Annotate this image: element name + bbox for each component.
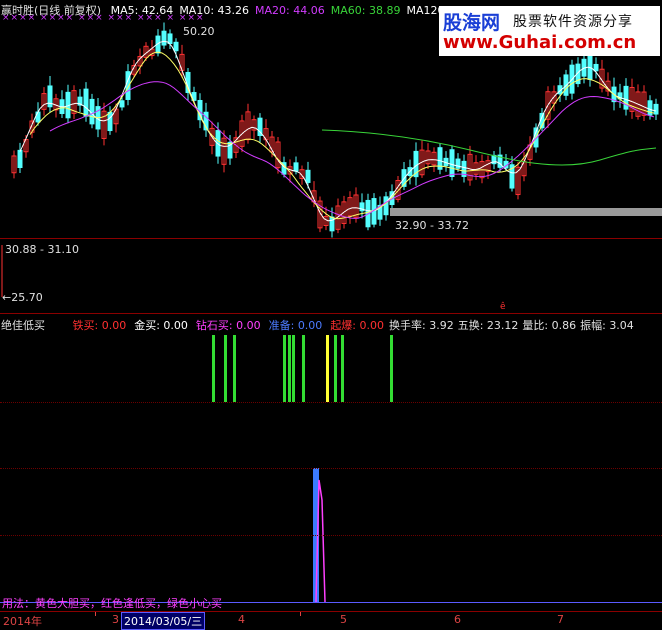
indicator-value: 0.00 [163,319,188,332]
axis-tick [95,612,96,616]
logo-url: www.Guhai.com.cn [443,32,637,53]
candle-body [161,30,167,46]
indicator-header: 绝佳低买 铁买: 0.00 金买: 0.00 钻石买: 0.00 准备: 0.00 起爆… [1,317,392,333]
candle-body [449,149,455,177]
high-price-label: 50.20 [183,25,215,38]
time-axis[interactable]: 2014年 3 2014/03/05/三 4 5 6 7 [0,611,662,630]
ma10-line [29,51,655,220]
candle-body [383,196,389,216]
dot-row: ×××× ×××× ××× ××× ××× × ××× [2,13,205,23]
grid-line [0,468,662,469]
guhai-logo: 股海网 股票软件资源分享 www.Guhai.com.cn [439,6,660,56]
stat-value: 0.86 [551,319,577,332]
indicator-item: 起爆: 0.00 [330,319,384,332]
signal-bar [302,335,305,402]
grid-line [0,535,662,536]
axis-label-jun: 6 [454,613,461,626]
panel-divider-top [0,238,662,239]
indicator-stat: 振幅: 3.04 [580,319,634,332]
ma-value: 43.26 [217,4,250,17]
signal-bar [326,335,329,402]
candle-body [35,111,41,123]
indicator-values: 铁买: 0.00 金买: 0.00 钻石买: 0.00 准备: 0.00 起爆: 0.0… [73,319,393,332]
candle-body [173,41,179,52]
ma-value: 44.06 [293,4,325,17]
indicator-label: 铁买: [72,319,102,332]
indicator-label: 金买: [134,319,164,332]
candle-body [587,52,593,80]
candle-body [305,169,311,183]
signal-bars [212,335,393,402]
axis-label-jul: 7 [557,613,564,626]
ma-value: 38.89 [368,4,401,17]
axis-label-mar: 3 [112,613,119,626]
axis-label-apr: 4 [238,613,245,626]
scale-low-label: ←25.70 [2,291,43,304]
logo-slogan: 股票软件资源分享 [513,14,633,30]
indicator-item: 准备: 0.00 [269,319,323,332]
stat-value: 23.12 [486,319,519,332]
stat-label: 五换: [457,319,487,332]
indicator-item: 铁买: 0.00 [73,319,127,332]
indicator-item: 金买: 0.00 [134,319,188,332]
price-range-bar [390,208,662,216]
scale-mid-label: 30.88 - 31.10 [5,243,79,256]
indicator-label: 起爆: [330,319,360,332]
indicator-label: 钻石买: [195,319,237,332]
indicator-value: 0.00 [101,319,127,332]
indicator-label: 准备: [268,319,298,332]
indicator-value: 0.00 [297,319,323,332]
signal-bar [334,335,337,402]
stat-value: 3.04 [609,319,634,332]
grid-line [0,402,662,403]
axis-label-may: 5 [340,613,347,626]
ma60-line [321,129,657,166]
indicator-stat: 五换: 23.12 [458,319,519,332]
indicator-stat: 换手率: 3.92 [389,319,454,332]
ma-legend-item: MA60: 38.89 [331,4,401,17]
panel-divider-mid [0,313,662,314]
candle-body [455,158,461,169]
signal-bar [292,335,295,402]
price-range-label: 32.90 - 33.72 [395,219,469,232]
signal-bar [224,335,227,402]
signal-bar [288,335,291,402]
stat-label: 振幅: [580,319,610,332]
indicator-value: 0.00 [359,319,385,332]
indicator-stats: 换手率: 3.92 五换: 23.12 量比: 0.86 振幅: 3.04 [389,317,638,333]
moving-average-lines [19,40,657,222]
indicator-item: 钻石买: 0.00 [196,319,261,332]
stock-chart[interactable]: ê [0,0,662,628]
candle-body [119,100,125,108]
axis-cursor-date: 2014/03/05/三 [121,612,206,630]
candle-body [653,103,659,115]
axis-tick [300,612,301,616]
signal-bar [283,335,286,402]
usage-text: 用法：黄色大胆买，红色逢低买，绿色小心买 [2,597,222,610]
indicator-stat: 量比: 0.86 [522,319,576,332]
indicator-name: 绝佳低买 [1,319,45,332]
marker-glyph: ê [500,301,506,312]
signal-bar [341,335,344,402]
ma-legend-item: MA20: 44.06 [255,4,325,17]
candle-body [293,162,299,172]
stat-value: 3.92 [429,319,454,332]
stat-label: 换手率: [389,319,430,332]
signal-bar [390,335,393,402]
ma-label: MA60: [330,4,369,17]
signal-bar [233,335,236,402]
candle-body [17,149,23,169]
axis-year-label: 2014年 [3,615,42,628]
logo-brand: 股海网 [443,12,501,34]
candle-body [593,63,599,72]
indicator-value: 0.00 [236,319,261,332]
stat-label: 量比: [522,319,552,332]
candle-body [83,88,89,117]
candle-body [107,111,113,132]
ma-label: MA20: [255,4,294,17]
signal-bar [212,335,215,402]
